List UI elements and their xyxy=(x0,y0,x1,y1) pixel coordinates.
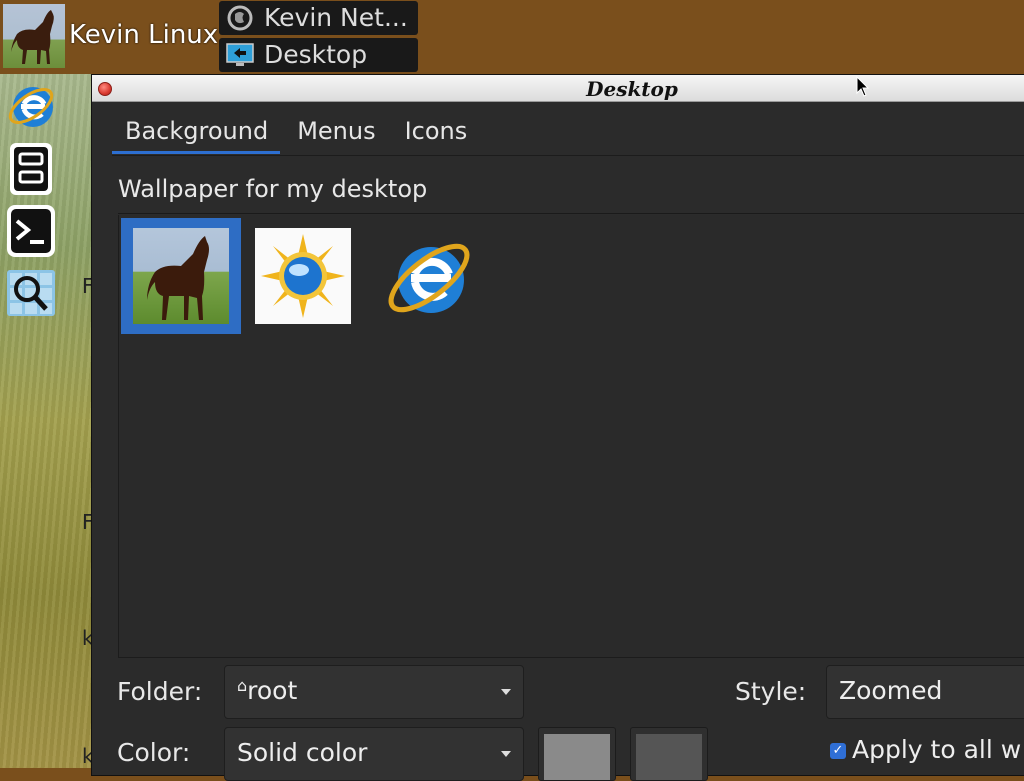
style-label: Style: xyxy=(735,677,807,706)
tab-divider xyxy=(112,155,1024,156)
home-icon: ⌂ xyxy=(237,676,248,695)
dialog-titlebar[interactable]: Desktop xyxy=(92,75,1024,102)
wallpaper-thumbnail-ie[interactable] xyxy=(367,218,487,334)
tab-bar: Background Menus Icons xyxy=(112,113,483,157)
horse-icon xyxy=(11,10,54,64)
folder-value-text: root xyxy=(247,676,298,705)
primary-color-button[interactable] xyxy=(538,727,616,781)
desktop-icon xyxy=(226,43,254,66)
wallpaper-list xyxy=(118,215,1024,658)
tab-menus[interactable]: Menus xyxy=(284,113,387,154)
sun-globe-image xyxy=(255,228,351,324)
folder-value: ⌂root xyxy=(237,676,297,705)
chevron-down-icon xyxy=(501,689,511,695)
tab-background[interactable]: Background xyxy=(112,113,281,154)
desktop-settings-dialog: Desktop Background Menus Icons Wallpaper f… xyxy=(91,74,1024,781)
style-select[interactable]: Zoomed xyxy=(826,665,1024,719)
primary-color-swatch xyxy=(544,734,610,780)
ie-icon xyxy=(8,87,54,127)
section-divider xyxy=(118,213,1024,214)
taskbar-item-kevin-net[interactable]: Kevin Net... xyxy=(219,1,418,35)
apply-all-label[interactable]: Apply to all w xyxy=(852,735,1021,764)
taskbar-item-desktop[interactable]: Desktop xyxy=(219,38,418,72)
secondary-color-button[interactable] xyxy=(630,727,708,781)
search-icon xyxy=(7,270,55,316)
color-mode-value: Solid color xyxy=(237,738,368,767)
sun-icon xyxy=(261,234,345,318)
firefox-icon xyxy=(227,5,253,31)
tab-icons[interactable]: Icons xyxy=(392,113,480,154)
section-title: Wallpaper for my desktop xyxy=(118,175,428,203)
style-value: Zoomed xyxy=(839,676,943,705)
horse-icon xyxy=(147,236,209,320)
wallpaper-thumbnail-horse[interactable] xyxy=(121,218,241,334)
secondary-color-swatch xyxy=(636,734,702,780)
wallpaper-thumbnail-sun-globe[interactable] xyxy=(243,218,363,334)
taskbar-item-label: Kevin Net... xyxy=(264,3,408,32)
file-manager-icon xyxy=(10,143,52,195)
avatar[interactable] xyxy=(3,4,65,68)
launcher-search[interactable] xyxy=(4,264,58,322)
apply-all-checkbox[interactable]: ✓ xyxy=(830,743,846,759)
launcher-ie[interactable] xyxy=(4,78,58,136)
mouse-cursor-icon xyxy=(856,76,870,97)
terminal-icon xyxy=(7,205,55,257)
ie-icon xyxy=(388,243,470,313)
taskbar-item-label: Desktop xyxy=(264,40,368,69)
folder-label: Folder: xyxy=(117,677,203,706)
ie-logo-image xyxy=(379,228,475,324)
color-label: Color: xyxy=(117,738,191,767)
folder-select[interactable]: ⌂root xyxy=(224,665,524,719)
top-panel: Kevin Linux Kevin Net... Desktop xyxy=(0,0,1024,74)
user-name[interactable]: Kevin Linux xyxy=(69,20,218,50)
dialog-title: Desktop xyxy=(586,77,678,101)
color-mode-select[interactable]: Solid color xyxy=(224,727,524,781)
horse-image xyxy=(133,228,229,324)
launcher-terminal[interactable] xyxy=(4,202,58,260)
chevron-down-icon xyxy=(501,751,511,757)
launcher-file-manager[interactable] xyxy=(4,140,58,198)
